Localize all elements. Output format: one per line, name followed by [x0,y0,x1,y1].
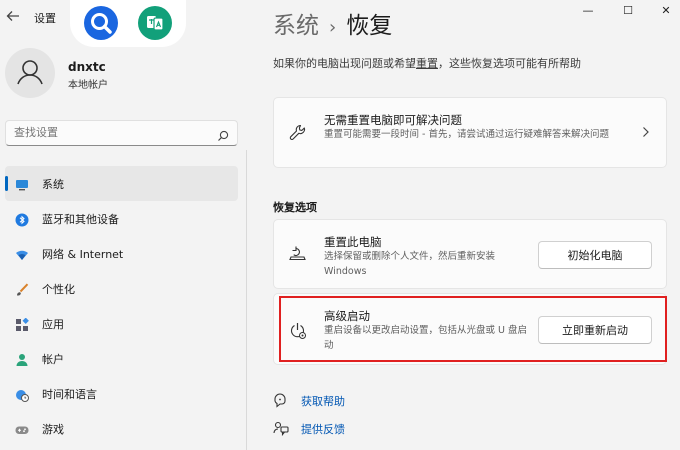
reset-pc-title: 重置此电脑 [324,235,382,249]
chevron-right-icon [642,126,650,141]
sidebar-item-time-language[interactable]: 时间和语言 [5,376,238,411]
person-icon [15,352,29,366]
sidebar-item-network[interactable]: 网络 & Internet [5,236,238,271]
sidebar-item-system[interactable]: 系统 [5,166,238,201]
feedback-icon [273,421,289,437]
minimize-button[interactable]: — [574,4,602,18]
page-title: 恢复 [346,13,393,39]
sidebar-item-label: 游戏 [42,422,64,436]
troubleshoot-desc: 重置可能需要一段时间 - 首先，请尝试通过运行疑难解答来解决问题 [324,129,609,140]
sidebar-item-label: 网络 & Internet [42,247,124,261]
sidebar-item-personalization[interactable]: 个性化 [5,271,238,306]
sidebar-item-label: 帐户 [42,352,64,366]
globe-clock-icon [15,387,29,402]
intro-text: 如果你的电脑出现问题或希望重置，这些恢复选项可能有所帮助 [273,55,581,71]
sidebar-item-gaming[interactable]: 游戏 [5,411,238,446]
troubleshoot-card[interactable]: 无需重置电脑即可解决问题 重置可能需要一段时间 - 首先，请尝试通过运行疑难解答… [273,97,667,168]
search-input[interactable] [14,126,204,139]
recovery-section-title: 恢复选项 [273,201,317,214]
breadcrumb-separator: › [329,17,337,38]
sidebar-item-label: 时间和语言 [42,387,97,401]
account-type: 本地帐户 [68,80,108,91]
sidebar-item-label: 应用 [42,317,64,331]
sidebar-item-bluetooth[interactable]: 蓝牙和其他设备 [5,201,238,236]
reset-pc-icon [288,244,308,264]
intro-text-before: 如果你的电脑出现问题或希望 [273,57,416,70]
close-button[interactable]: ✕ [652,4,680,18]
intro-reset-link[interactable]: 重置 [416,57,438,70]
reset-pc-card: 重置此电脑 选择保留或删除个人文件，然后重新安装 Windows 初始化电脑 [273,219,667,289]
maximize-button[interactable]: ☐ [614,4,642,18]
sidebar-item-label: 蓝牙和其他设备 [42,212,119,226]
feedback-link[interactable]: 提供反馈 [273,421,345,437]
avatar[interactable] [5,48,55,98]
get-help-label[interactable]: 获取帮助 [301,393,345,409]
highlight-box [279,296,667,362]
wrench-icon [288,123,308,143]
back-arrow-icon[interactable] [6,9,22,25]
intro-text-after: ，这些恢复选项可能有所帮助 [438,57,581,70]
breadcrumb-parent[interactable]: 系统 [273,13,319,39]
get-help-link[interactable]: 获取帮助 [273,393,345,409]
user-name: dnxtc [68,60,106,74]
sidebar-divider [246,150,247,450]
gamepad-icon [15,422,29,436]
bluetooth-icon [15,212,29,226]
search-icon [217,127,229,141]
feedback-label[interactable]: 提供反馈 [301,421,345,437]
floating-toolbar [70,0,186,47]
app-title: 设置 [34,12,56,25]
search-app-icon[interactable] [84,6,118,40]
search-box[interactable] [5,120,238,146]
translate-app-icon[interactable] [138,6,172,40]
monitor-icon [15,177,29,191]
help-icon [273,393,289,409]
troubleshoot-title: 无需重置电脑即可解决问题 [324,113,462,127]
apps-icon [15,317,29,331]
sidebar-item-label: 个性化 [42,282,75,296]
sidebar-item-label: 系统 [42,177,64,191]
wifi-icon [15,247,29,261]
sidebar-item-accounts[interactable]: 帐户 [5,341,238,376]
breadcrumb: 系统 › 恢复 [273,6,392,40]
sidebar-nav: 系统 蓝牙和其他设备 网络 & Internet 个性化 应用 帐户 时间和语言… [5,166,238,446]
reset-pc-button[interactable]: 初始化电脑 [538,241,652,269]
sidebar-item-apps[interactable]: 应用 [5,306,238,341]
reset-pc-desc: 选择保留或删除个人文件，然后重新安装 Windows [324,251,496,277]
brush-icon [15,282,29,296]
